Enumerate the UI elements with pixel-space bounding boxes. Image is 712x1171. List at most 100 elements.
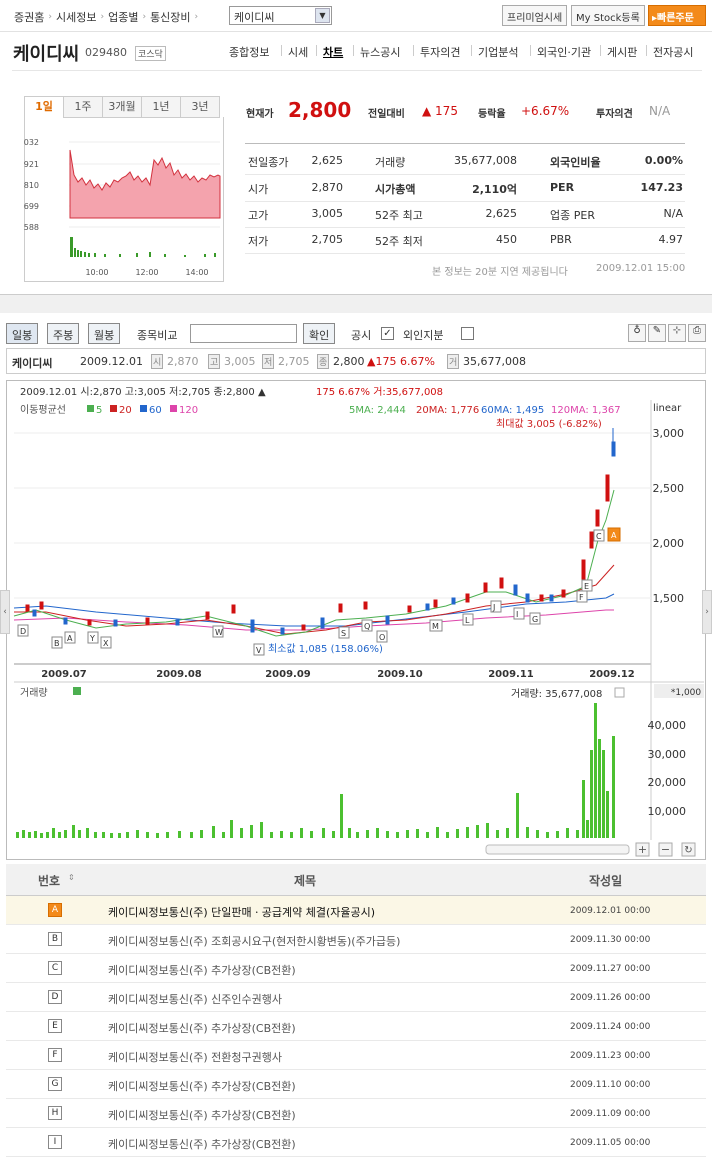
chevron-right-icon: ›	[48, 12, 52, 22]
period-tab-1y[interactable]: 1년	[141, 96, 181, 118]
row-date: 2009.11.26 00:00	[570, 993, 651, 1003]
svg-text:V: V	[256, 646, 262, 655]
tab-quote[interactable]: 시세	[288, 44, 308, 60]
intraday-price-area	[69, 149, 221, 219]
period-tab-1w[interactable]: 1주	[63, 96, 103, 118]
info-stock-name: 케이디씨	[12, 357, 53, 370]
period-tab-3m[interactable]: 3개월	[102, 96, 142, 118]
tab-analysis[interactable]: 기업분석	[478, 44, 518, 60]
svg-text:G: G	[532, 615, 538, 624]
tab-opinion[interactable]: 투자의견	[420, 44, 460, 60]
row-title-link[interactable]: 케이디씨정보통신(주) 추가상장(CB전환)	[108, 1020, 296, 1036]
y-tick: 3,000	[653, 427, 685, 440]
foreign-label: 외인지분	[403, 329, 444, 342]
tab-chart[interactable]: 차트	[323, 44, 343, 60]
row-title-link[interactable]: 케이디씨정보통신(주) 신주인수권행사	[108, 991, 282, 1007]
row-title-link[interactable]: 케이디씨정보통신(주) 추가상장(CB전환)	[108, 1078, 296, 1094]
tab-board[interactable]: 게시판	[607, 44, 637, 60]
quote-value: 450	[496, 233, 517, 246]
breadcrumb-item[interactable]: 업종별	[108, 9, 138, 25]
compare-input[interactable]	[190, 324, 297, 343]
row-title-link[interactable]: 케이디씨정보통신(주) 추가상장(CB전환)	[108, 1107, 296, 1123]
monthly-button[interactable]: 월봉	[88, 323, 121, 344]
foreign-checkbox[interactable]	[461, 327, 474, 340]
disclosure-checkbox[interactable]: ✓	[381, 327, 394, 340]
divider	[245, 174, 685, 175]
x-tick: 12:00	[135, 268, 158, 277]
opinion-label: 투자의견	[596, 109, 633, 120]
row-badge: E	[48, 1019, 62, 1033]
lightbulb-icon[interactable]: ♁	[628, 324, 646, 342]
tab-foreign[interactable]: 외국인·기관	[537, 44, 591, 60]
divider	[471, 45, 472, 56]
crosshair-icon[interactable]: ⊹	[668, 324, 686, 342]
chevron-right-icon: ›	[100, 12, 105, 22]
divider	[316, 45, 317, 56]
svg-text:M: M	[432, 622, 439, 631]
pencil-icon[interactable]: ✎	[648, 324, 666, 342]
change-rate: +6.67%	[521, 104, 570, 118]
ma-legend-20: 20	[119, 405, 132, 416]
breadcrumb-item[interactable]: 증권홈	[14, 9, 44, 25]
premium-quote-button[interactable]: 프리미엄시세	[502, 5, 568, 26]
divider	[413, 45, 414, 56]
mystock-add-button[interactable]: My Stock등록	[571, 5, 645, 26]
quick-order-button[interactable]: ▸빠른주문	[648, 5, 706, 26]
ma20-value: 20MA: 1,776	[416, 405, 479, 416]
row-date: 2009.11.23 00:00	[570, 1051, 651, 1061]
row-title-link[interactable]: 케이디씨정보통신(주) 추가상장(CB전환)	[108, 962, 296, 978]
svg-text:F: F	[579, 593, 584, 602]
daily-button[interactable]: 일봉	[6, 323, 39, 344]
scale-label: linear	[653, 403, 682, 414]
tab-news[interactable]: 뉴스공시	[360, 44, 400, 60]
row-badge: I	[48, 1135, 62, 1149]
svg-text:X: X	[103, 639, 109, 648]
divider	[281, 45, 282, 56]
high-icon: 고	[208, 354, 221, 369]
print-icon[interactable]: ⎙	[688, 324, 706, 342]
confirm-button[interactable]: 확인	[303, 323, 336, 344]
breadcrumb-item[interactable]: 통신장비	[150, 9, 190, 25]
svg-text:Q: Q	[364, 622, 370, 631]
quote-key: 52주 최저	[375, 235, 423, 248]
row-date: 2009.12.01 00:00	[570, 906, 651, 916]
chart-header: 2009.12.01 시:2,870 고:3,005 저:2,705 종:2,8…	[20, 386, 266, 398]
row-title-link[interactable]: 케이디씨정보통신(주) 추가상장(CB전환)	[108, 1136, 296, 1152]
price-change: ▲ 175	[422, 104, 458, 118]
breadcrumb-item[interactable]: 시세정보	[56, 9, 96, 25]
ma-legend-60: 60	[149, 405, 162, 416]
period-tab-1d[interactable]: 1일	[24, 96, 64, 118]
tab-disclosure[interactable]: 전자공시	[653, 44, 693, 60]
row-date: 2009.11.27 00:00	[570, 964, 651, 974]
quote-key: 거래량	[375, 156, 406, 169]
col-no[interactable]: 번호	[38, 872, 60, 889]
ma-label: 이동평균선	[20, 404, 66, 416]
row-title-link[interactable]: 케이디씨정보통신(주) 조회공시요구(현저한시황변동)(주가급등)	[108, 933, 400, 949]
x-tick: 10:00	[85, 268, 108, 277]
chevron-right-icon: ›	[194, 12, 199, 22]
chevron-down-icon[interactable]: ▼	[315, 8, 330, 23]
row-title-link[interactable]: 케이디씨정보통신(주) 단일판매ㆍ공급계약 체결(자율공시)	[108, 904, 375, 920]
ma-legend-5: 5	[96, 405, 102, 416]
row-badge: A	[48, 903, 62, 917]
ma120-value: 120MA: 1,367	[551, 405, 621, 416]
sort-icon[interactable]: ⇕	[68, 873, 75, 882]
change-label: 전일대비	[368, 109, 405, 120]
divider	[245, 253, 685, 254]
y-tick: 2,588	[24, 223, 39, 232]
price-label: 현재가	[246, 109, 274, 120]
row-badge: F	[48, 1048, 62, 1062]
period-tab-3y[interactable]: 3년	[180, 96, 220, 118]
notice-time: 2009.12.01 15:00	[596, 263, 686, 274]
weekly-button[interactable]: 주봉	[47, 323, 80, 344]
open-icon: 시	[151, 354, 164, 369]
disclosure-label: 공시	[351, 329, 372, 342]
stock-selector[interactable]: 케이디씨 ▼	[229, 6, 332, 25]
divider	[12, 70, 702, 71]
row-title-link[interactable]: 케이디씨정보통신(주) 전환청구권행사	[108, 1049, 282, 1065]
tab-overview[interactable]: 종합정보	[229, 44, 269, 60]
quote-value: 2,870	[311, 181, 344, 194]
ma5-value: 5MA: 2,444	[349, 405, 406, 416]
y-tick: 2,500	[653, 482, 685, 495]
y-tick: 2,921	[24, 160, 39, 169]
